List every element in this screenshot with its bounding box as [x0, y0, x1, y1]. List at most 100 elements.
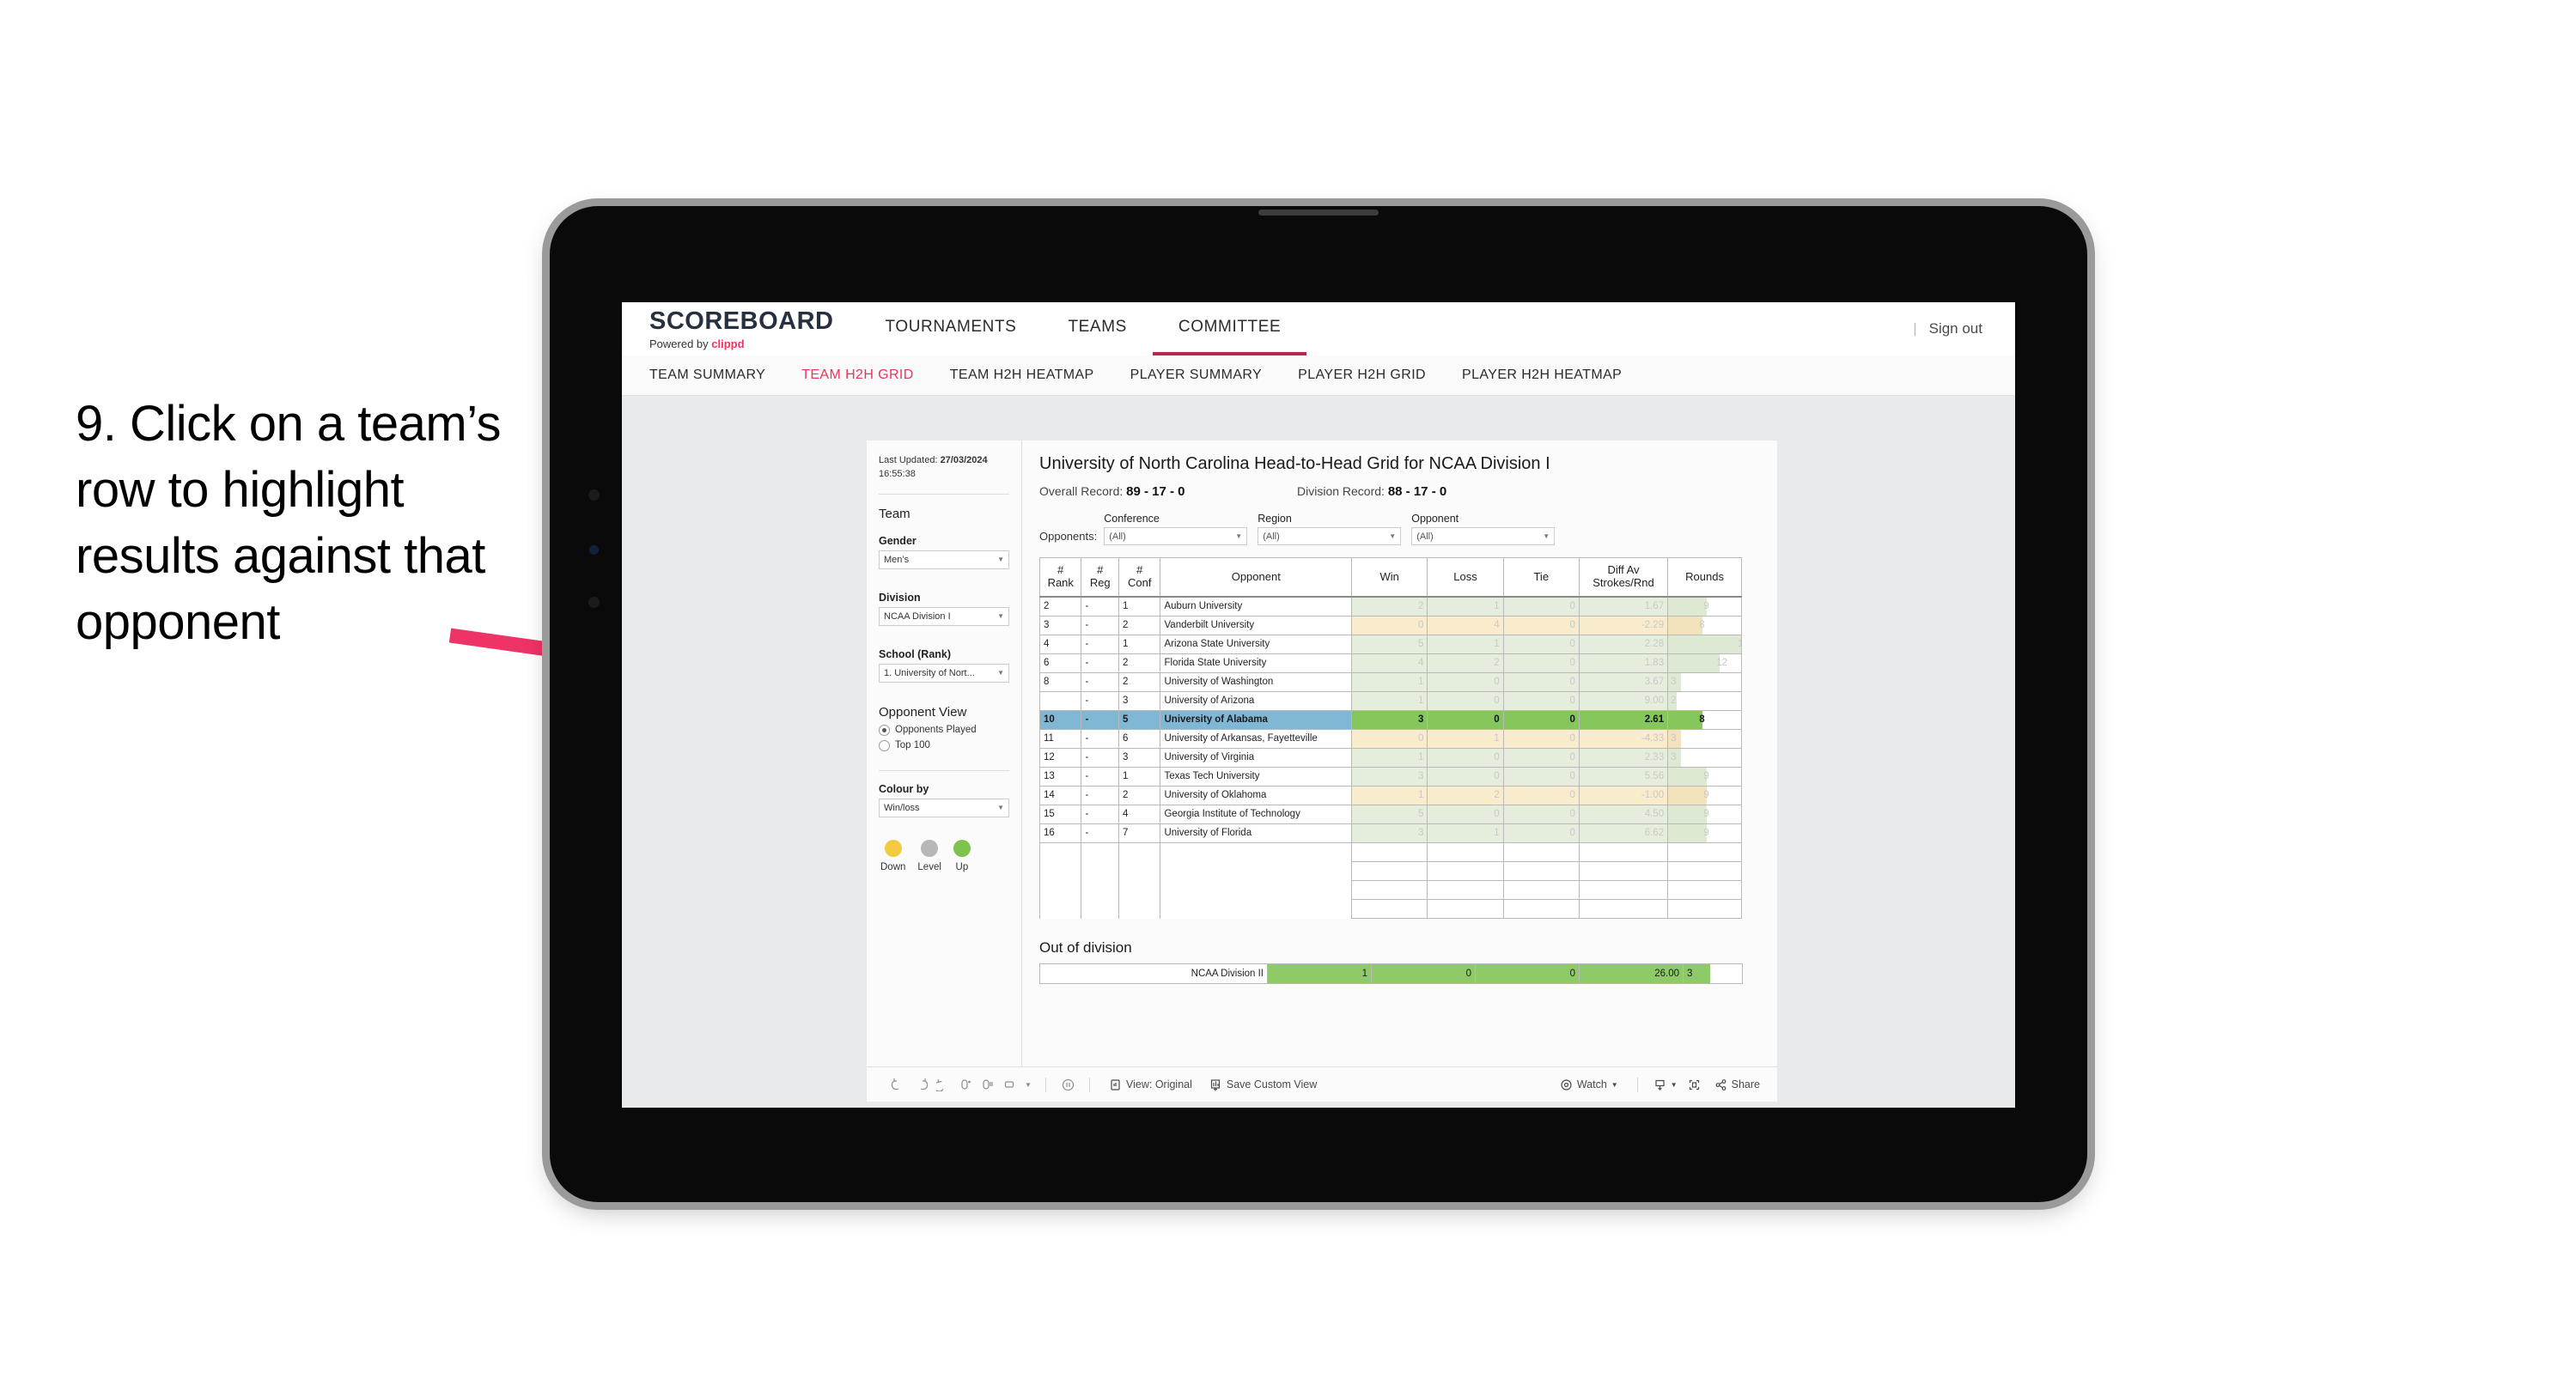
subnav-item-team-h2h-grid[interactable]: TEAM H2H GRID: [801, 368, 938, 383]
col-header-tie[interactable]: Tie: [1502, 557, 1580, 598]
col-header-rounds[interactable]: Rounds: [1667, 557, 1742, 598]
subnav-item-player-h2h-heatmap[interactable]: PLAYER H2H HEATMAP: [1462, 368, 1646, 383]
subnav-item-player-summary[interactable]: PLAYER SUMMARY: [1130, 368, 1287, 383]
share-label: Share: [1731, 1078, 1760, 1090]
table-row[interactable]: 3-2 Vanderbilt University 0 4 0 -2.29 8: [1038, 616, 1742, 635]
brand-subtitle-clippd: clippd: [711, 337, 745, 350]
brand-logo[interactable]: SCOREBOARD Powered by clippd: [622, 302, 859, 355]
col-header-diff[interactable]: Diff Av Strokes/Rnd: [1578, 557, 1669, 598]
cell-reg: -: [1081, 653, 1119, 673]
brand-subtitle-prefix: Powered by: [649, 337, 712, 350]
legend-label-level: Level: [917, 861, 941, 872]
nav-item-teams[interactable]: TEAMS: [1042, 302, 1152, 355]
sign-out-link[interactable]: Sign out: [1929, 320, 1982, 337]
table-row[interactable]: 15-4 Georgia Institute of Technology 5 0 0 4.…: [1038, 805, 1742, 824]
cell-conf: 2: [1117, 672, 1161, 692]
cell-reg: -: [1081, 805, 1119, 824]
col-header-rank[interactable]: # Rank: [1038, 557, 1082, 598]
cell-diff: 2.61: [1578, 710, 1669, 730]
pause-icon[interactable]: [1057, 1073, 1079, 1096]
cell-tie: 0: [1502, 748, 1580, 768]
pause-auto-update-icon[interactable]: [977, 1073, 999, 1096]
table-row[interactable]: -3 University of Arizona 1 0 0 9.00 2: [1038, 691, 1742, 711]
cell-opponent: Florida State University: [1160, 653, 1353, 673]
share-button[interactable]: Share: [1706, 1078, 1777, 1091]
nav-item-tournaments[interactable]: TOURNAMENTS: [859, 302, 1042, 355]
subnav-item-team-h2h-heatmap[interactable]: TEAM H2H HEATMAP: [950, 368, 1118, 383]
top-nav-items: TOURNAMENTS TEAMS COMMITTEE: [859, 302, 1307, 355]
cell-conf: 1: [1117, 635, 1161, 654]
cell-rank: 2: [1038, 596, 1082, 617]
visualization-content: University of North Carolina Head-to-Hea…: [1022, 440, 1777, 1066]
table-row[interactable]: 8-2 University of Washington 1 0 0 3.67 3: [1038, 672, 1742, 692]
table-row[interactable]: 6-2 Florida State University 4 2 0 1.83 12: [1038, 653, 1742, 673]
subnav-item-team-summary[interactable]: TEAM SUMMARY: [649, 368, 789, 383]
table-row[interactable]: 16-7 University of Florida 3 1 0 6.62 9: [1038, 823, 1742, 843]
opponent-select[interactable]: (All) ▼: [1411, 527, 1556, 545]
col-header-conf[interactable]: # Conf: [1117, 557, 1161, 598]
table-row[interactable]: 10-5 University of Alabama 3 0 0 2.61 8: [1038, 710, 1742, 730]
cell-rounds: 8: [1667, 710, 1742, 730]
table-row[interactable]: 4-1Arizona State University5102.2817: [1038, 635, 1742, 654]
col-header-reg[interactable]: # Reg: [1081, 557, 1119, 598]
save-custom-view-button[interactable]: Save Custom View: [1201, 1078, 1325, 1091]
table-empty-cell: [1038, 842, 1082, 862]
table-row[interactable]: 11-6 University of Arkansas, Fayetteville…: [1038, 729, 1742, 749]
gender-select[interactable]: Men’s ▼: [879, 550, 1009, 569]
undo-icon[interactable]: [887, 1073, 910, 1096]
table-empty-cell: [1117, 861, 1161, 881]
school-rank-select[interactable]: 1. University of Nort... ▼: [879, 663, 1009, 683]
col-header-loss[interactable]: Loss: [1427, 557, 1504, 598]
cell-rank: 13: [1038, 767, 1082, 787]
division-select[interactable]: NCAA Division I ▼: [879, 606, 1009, 626]
cell-reg: -: [1081, 635, 1119, 654]
colour-by-select[interactable]: Win/loss ▼: [879, 798, 1009, 817]
col-header-reg-l1: #: [1097, 563, 1104, 577]
table-row[interactable]: 12-3 University of Virginia 1 0 0 2.33 3: [1038, 748, 1742, 768]
refresh-data-icon[interactable]: [954, 1073, 977, 1096]
conference-filter: Conference (All) ▼: [1104, 513, 1248, 545]
table-row[interactable]: 13-1 Texas Tech University 3 0 0 5.56 9: [1038, 767, 1742, 787]
watch-button[interactable]: Watch ▼: [1551, 1078, 1627, 1091]
cell-reg: -: [1081, 691, 1119, 711]
cell-tie: 0: [1502, 767, 1580, 787]
col-header-opponent[interactable]: Opponent: [1160, 557, 1353, 598]
legend-swatch-up: [953, 839, 971, 857]
table-row[interactable]: 14-2 University of Oklahoma 1 2 0 -1.00 9: [1038, 786, 1742, 805]
cell-reg: -: [1081, 710, 1119, 730]
rounds-value: 8: [1699, 620, 1705, 630]
cell-loss: 0: [1427, 691, 1504, 711]
rounds-value: 9: [1703, 828, 1709, 838]
cell-opponent: Vanderbilt University: [1160, 616, 1353, 635]
fullscreen-button[interactable]: [1683, 1078, 1706, 1091]
col-header-win[interactable]: Win: [1351, 557, 1428, 598]
cell-opponent: University of Florida: [1160, 823, 1353, 843]
overall-record: Overall Record: 89 - 17 - 0: [1039, 484, 1297, 499]
cell-rank: 4: [1038, 635, 1082, 654]
conference-select[interactable]: (All) ▼: [1104, 527, 1248, 545]
region-select[interactable]: (All) ▼: [1258, 527, 1402, 545]
cell-rounds: 3: [1667, 748, 1742, 768]
cell-diff: 4.50: [1578, 805, 1669, 824]
nav-item-committee[interactable]: COMMITTEE: [1152, 302, 1307, 355]
view-original-button[interactable]: View: Original: [1100, 1078, 1201, 1091]
cell-win: 1: [1351, 748, 1428, 768]
highlight-icon[interactable]: [999, 1073, 1021, 1096]
cell-win: 2: [1351, 596, 1428, 617]
table-empty-row: [1038, 861, 1742, 881]
highlight-dropdown-icon[interactable]: ▼: [1021, 1073, 1035, 1096]
radio-opponents-played[interactable]: Opponents Played: [879, 724, 1009, 736]
table-empty-cell: [1427, 861, 1504, 881]
radio-top-100[interactable]: Top 100: [879, 739, 1009, 751]
cell-tie: 0: [1502, 672, 1580, 692]
subnav-item-player-h2h-grid[interactable]: PLAYER H2H GRID: [1298, 368, 1450, 383]
revert-icon[interactable]: [932, 1073, 954, 1096]
download-button[interactable]: ▼: [1648, 1078, 1683, 1091]
out-of-division-row[interactable]: NCAA Division II 1 0 0 26.00 3: [1039, 963, 1743, 984]
cell-rounds: 3: [1667, 672, 1742, 692]
table-row[interactable]: 2-1 Auburn University 2 1 0 1.67 9: [1038, 596, 1742, 617]
table-empty-cell: [1667, 842, 1742, 862]
redo-icon[interactable]: [910, 1073, 932, 1096]
cell-opponent: University of Arizona: [1160, 691, 1353, 711]
tablet-button-volume-down: [588, 597, 600, 608]
